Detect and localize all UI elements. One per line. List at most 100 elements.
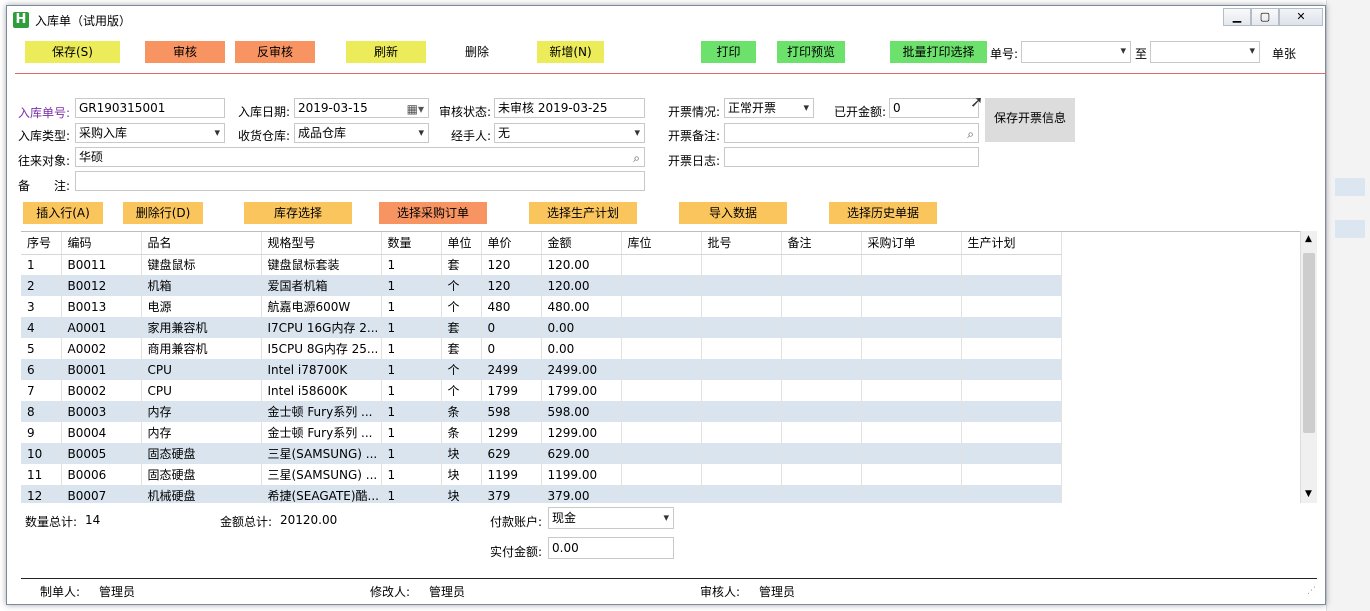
- title-bar[interactable]: H 入库单（试用版） ▁ ▢ ✕: [7, 6, 1325, 32]
- table-cell[interactable]: 0: [481, 317, 542, 338]
- resize-grip-icon[interactable]: ⋰: [1307, 586, 1316, 596]
- table-cell[interactable]: [961, 485, 1062, 503]
- table-cell[interactable]: 379.00: [541, 485, 622, 503]
- print-preview-button[interactable]: 打印预览: [777, 41, 845, 63]
- audit-status-field[interactable]: 未审核 2019-03-25: [494, 98, 645, 118]
- table-cell[interactable]: 个: [441, 296, 482, 317]
- table-cell[interactable]: [861, 338, 962, 359]
- table-cell[interactable]: 块: [441, 443, 482, 464]
- table-cell[interactable]: B0006: [61, 464, 142, 485]
- receipt-no-field[interactable]: GR190315001: [75, 98, 225, 118]
- scroll-down-icon[interactable]: ▼: [1305, 489, 1312, 499]
- delete-button[interactable]: 删除: [457, 41, 497, 63]
- table-cell[interactable]: 2: [21, 275, 62, 296]
- column-header[interactable]: 编码: [61, 232, 142, 255]
- search-icon[interactable]: ⌕: [633, 149, 640, 166]
- table-cell[interactable]: 商用兼容机: [141, 338, 262, 359]
- table-row[interactable]: 6 B0001 CPU Intel i78700K 1 个 2499 2499.00: [21, 359, 1062, 380]
- column-header[interactable]: 批号: [701, 232, 782, 255]
- table-cell[interactable]: [701, 443, 782, 464]
- table-cell[interactable]: [701, 317, 782, 338]
- table-cell[interactable]: 套: [441, 317, 482, 338]
- table-cell[interactable]: [861, 401, 962, 422]
- table-cell[interactable]: [781, 485, 862, 503]
- table-cell[interactable]: 2499: [481, 359, 542, 380]
- table-cell[interactable]: B0013: [61, 296, 142, 317]
- table-cell[interactable]: I5CPU 8G内存 25...: [261, 338, 382, 359]
- table-row[interactable]: 5 A0002 商用兼容机 I5CPU 8G内存 25... 1 套 0 0.00: [21, 338, 1062, 359]
- table-cell[interactable]: [961, 380, 1062, 401]
- column-header[interactable]: 数量: [381, 232, 442, 255]
- table-cell[interactable]: B0011: [61, 254, 142, 275]
- table-cell[interactable]: B0001: [61, 359, 142, 380]
- table-cell[interactable]: 内存: [141, 401, 262, 422]
- column-header[interactable]: 序号: [21, 232, 62, 255]
- remark-field[interactable]: [75, 171, 645, 191]
- insert-row-button[interactable]: 插入行(A): [23, 202, 103, 224]
- table-cell[interactable]: 1199: [481, 464, 542, 485]
- table-cell[interactable]: 3: [21, 296, 62, 317]
- table-cell[interactable]: 家用兼容机: [141, 317, 262, 338]
- table-cell[interactable]: 电源: [141, 296, 262, 317]
- column-header[interactable]: 库位: [621, 232, 702, 255]
- table-cell[interactable]: 480: [481, 296, 542, 317]
- table-cell[interactable]: [621, 296, 702, 317]
- column-header[interactable]: 单位: [441, 232, 482, 255]
- table-cell[interactable]: 块: [441, 464, 482, 485]
- table-cell[interactable]: [781, 359, 862, 380]
- table-cell[interactable]: 120: [481, 275, 542, 296]
- table-cell[interactable]: CPU: [141, 359, 262, 380]
- table-cell[interactable]: [961, 338, 1062, 359]
- table-cell[interactable]: 8: [21, 401, 62, 422]
- table-cell[interactable]: [861, 275, 962, 296]
- table-cell[interactable]: [961, 401, 1062, 422]
- table-cell[interactable]: 套: [441, 254, 482, 275]
- table-cell[interactable]: I7CPU 16G内存 2...: [261, 317, 382, 338]
- table-cell[interactable]: [961, 464, 1062, 485]
- table-cell[interactable]: 金士顿 Fury系列 ...: [261, 422, 382, 443]
- partner-field[interactable]: 华硕 ⌕: [75, 147, 645, 167]
- table-cell[interactable]: [861, 380, 962, 401]
- table-cell[interactable]: [861, 443, 962, 464]
- table-row[interactable]: 8 B0003 内存 金士顿 Fury系列 ... 1 条 598 598.00: [21, 401, 1062, 422]
- table-cell[interactable]: [781, 443, 862, 464]
- table-cell[interactable]: 0.00: [541, 317, 622, 338]
- table-cell[interactable]: 10: [21, 443, 62, 464]
- invoice-status-select[interactable]: 正常开票: [724, 98, 814, 118]
- table-cell[interactable]: [781, 422, 862, 443]
- table-cell[interactable]: 个: [441, 380, 482, 401]
- calendar-icon[interactable]: ▦▾: [407, 100, 424, 117]
- paid-amount-field[interactable]: 0.00: [548, 537, 674, 559]
- table-cell[interactable]: 1: [381, 338, 442, 359]
- table-cell[interactable]: [621, 275, 702, 296]
- table-cell[interactable]: [781, 317, 862, 338]
- column-header[interactable]: 生产计划: [961, 232, 1062, 255]
- warehouse-select[interactable]: 成品仓库: [294, 123, 429, 143]
- table-cell[interactable]: 爱国者机箱: [261, 275, 382, 296]
- save-invoice-button[interactable]: 保存开票信息: [985, 98, 1075, 142]
- table-cell[interactable]: Intel i78700K: [261, 359, 382, 380]
- table-cell[interactable]: 内存: [141, 422, 262, 443]
- history-bill-button[interactable]: 选择历史单据: [829, 202, 937, 224]
- table-cell[interactable]: 条: [441, 401, 482, 422]
- table-cell[interactable]: 1: [381, 485, 442, 503]
- table-cell[interactable]: 1: [21, 254, 62, 275]
- table-cell[interactable]: [621, 359, 702, 380]
- table-cell[interactable]: 机械硬盘: [141, 485, 262, 503]
- scroll-up-icon[interactable]: ▲: [1305, 234, 1312, 244]
- batch-print-button[interactable]: 批量打印选择: [890, 41, 987, 63]
- maximize-button[interactable]: ▢: [1251, 8, 1279, 26]
- table-row[interactable]: 12 B0007 机械硬盘 希捷(SEAGATE)酷... 1 块 379 379.00: [21, 485, 1062, 503]
- table-cell[interactable]: [701, 422, 782, 443]
- table-cell[interactable]: [781, 380, 862, 401]
- invoice-remark-field[interactable]: ⌕: [724, 123, 979, 143]
- table-row[interactable]: 9 B0004 内存 金士顿 Fury系列 ... 1 条 1299 1299.00: [21, 422, 1062, 443]
- table-cell[interactable]: [861, 296, 962, 317]
- invoiced-amount-field[interactable]: 0: [889, 98, 979, 118]
- table-cell[interactable]: [961, 254, 1062, 275]
- table-cell[interactable]: CPU: [141, 380, 262, 401]
- audit-button[interactable]: 审核: [145, 41, 225, 63]
- table-cell[interactable]: 12: [21, 485, 62, 503]
- unaudit-button[interactable]: 反审核: [235, 41, 315, 63]
- table-cell[interactable]: 2499.00: [541, 359, 622, 380]
